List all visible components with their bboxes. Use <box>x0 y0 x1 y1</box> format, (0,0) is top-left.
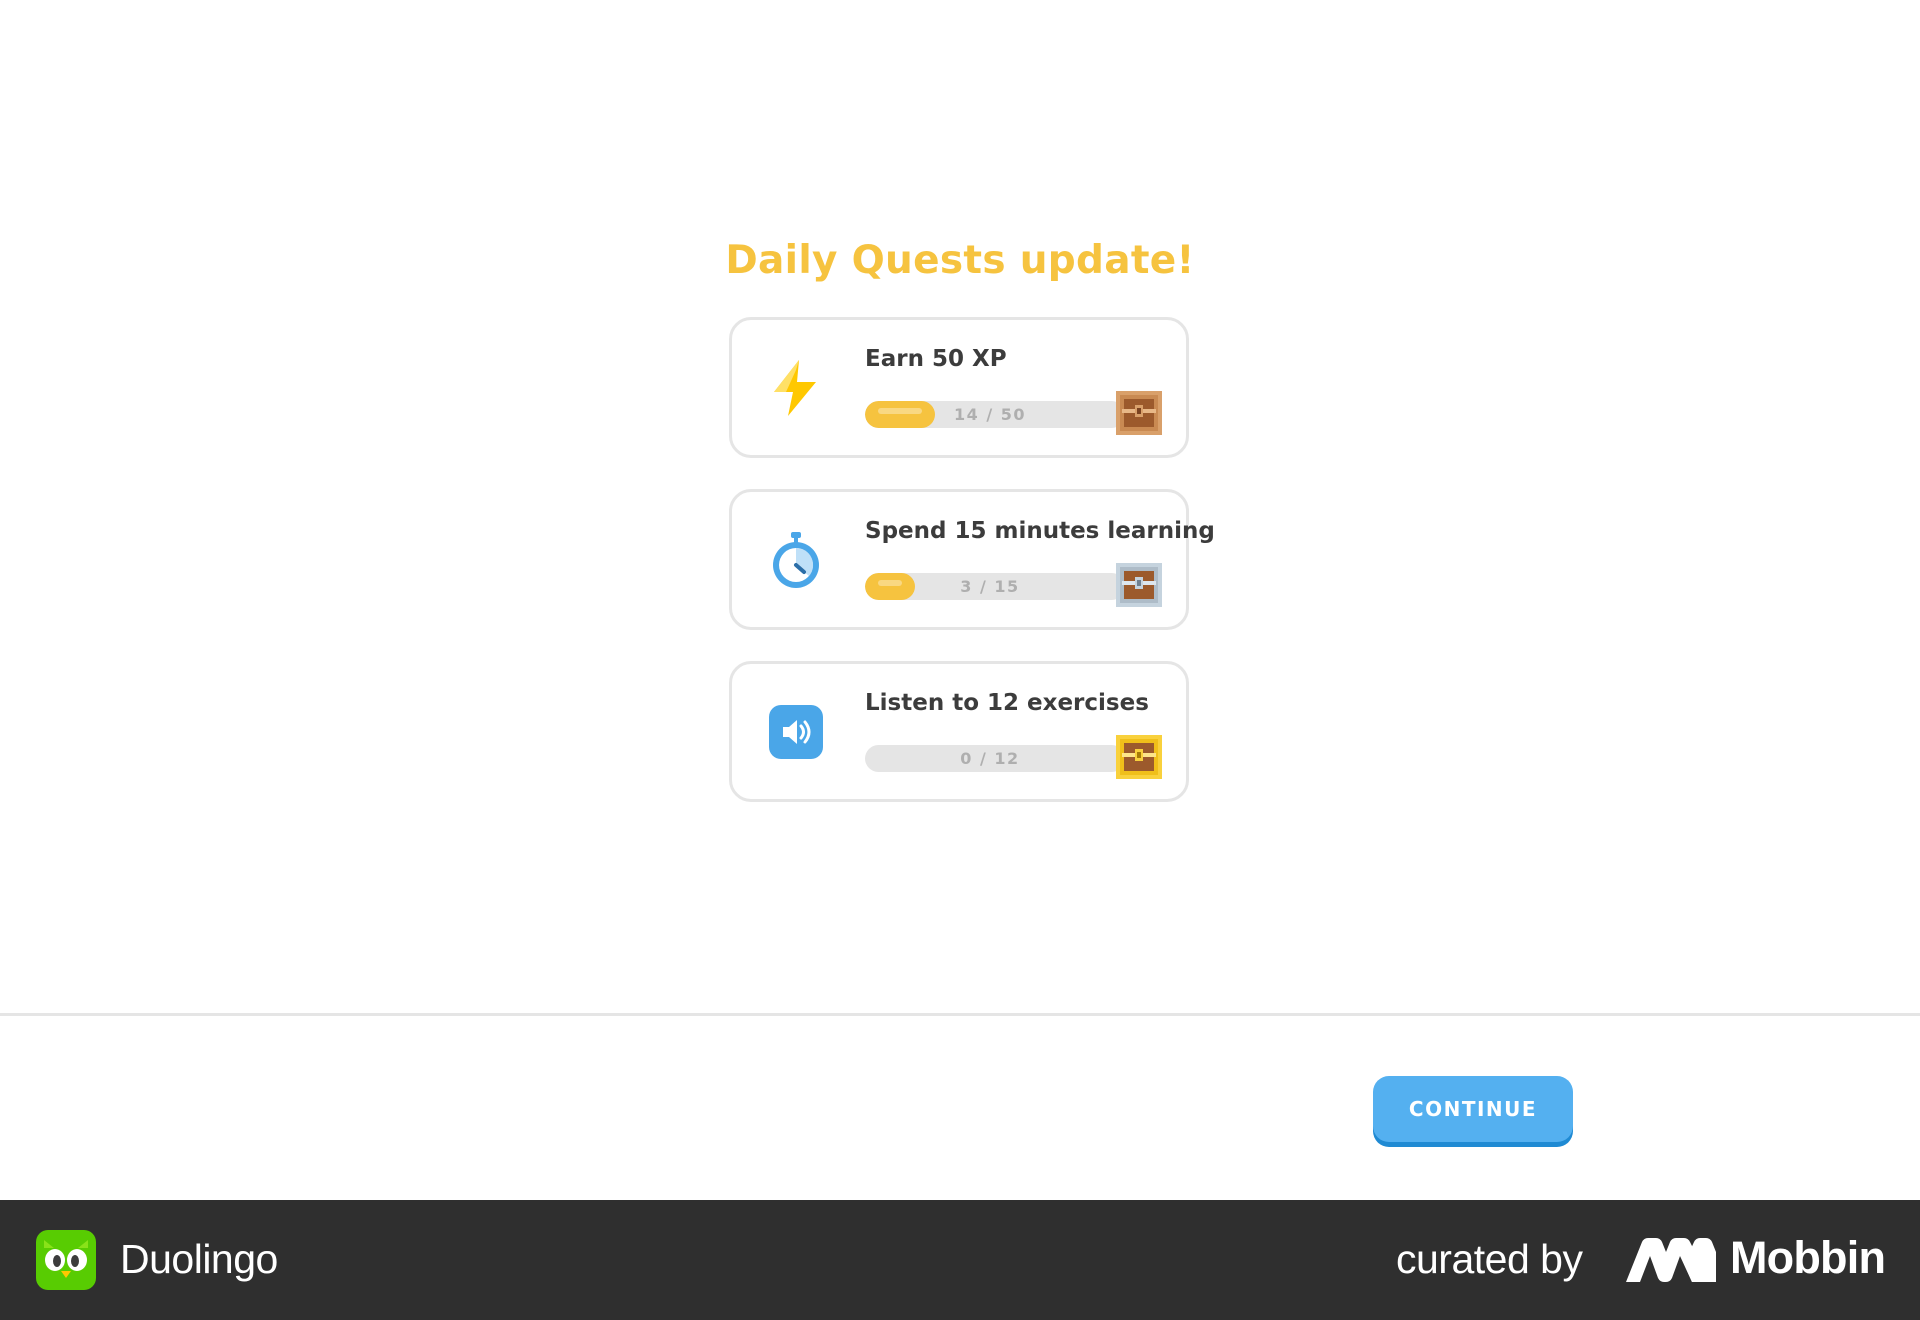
stopwatch-icon <box>773 532 819 588</box>
mobbin-logo-icon <box>1626 1238 1716 1282</box>
app-name: Duolingo <box>120 1236 278 1282</box>
quest-progress-text: 14 / 50 <box>953 405 1026 424</box>
curated-by-label: curated by <box>1396 1236 1583 1282</box>
duolingo-owl-icon <box>36 1230 96 1290</box>
quest-card-listen: Listen to 12 exercises 0 / 12 <box>729 661 1189 802</box>
quest-title: Listen to 12 exercises <box>865 690 1149 716</box>
quest-progress-bar: 0 / 12 <box>865 745 1125 772</box>
quest-progress-bar: 3 / 15 <box>865 573 1125 600</box>
page-title: Daily Quests update! <box>725 238 1195 283</box>
quest-card-earn-xp: Earn 50 XP 14 / 50 <box>729 317 1189 458</box>
curator-name: Mobbin <box>1730 1232 1886 1283</box>
quest-title: Spend 15 minutes learning <box>865 518 1215 544</box>
continue-button[interactable]: CONTINUE <box>1373 1076 1573 1142</box>
quest-progress-bar: 14 / 50 <box>865 401 1125 428</box>
speaker-icon <box>769 705 823 759</box>
attribution-bar: Duolingo curated by Mobbin <box>0 1200 1920 1320</box>
quest-card-spend-time: Spend 15 minutes learning 3 / 15 <box>729 489 1215 630</box>
quest-title: Earn 50 XP <box>865 346 1007 372</box>
footer-divider <box>0 1013 1920 1016</box>
lightning-bolt-icon <box>774 360 816 416</box>
gold-chest-icon <box>1116 735 1162 779</box>
quest-progress-text: 3 / 15 <box>960 577 1020 596</box>
silver-chest-icon <box>1116 563 1162 607</box>
wooden-chest-icon <box>1116 391 1162 435</box>
quest-progress-text: 0 / 12 <box>960 749 1020 768</box>
